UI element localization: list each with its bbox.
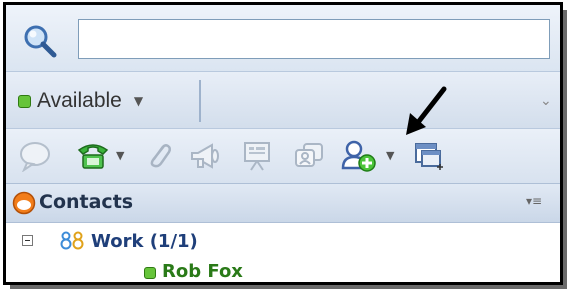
attach-file-button[interactable] bbox=[140, 137, 178, 175]
collapse-icon[interactable] bbox=[22, 235, 33, 246]
status-divider bbox=[199, 80, 201, 122]
megaphone-icon bbox=[191, 143, 219, 169]
meeting-button[interactable] bbox=[238, 137, 276, 175]
action-toolbar: ▼ ▼ bbox=[6, 129, 560, 183]
search-bar bbox=[6, 5, 560, 71]
contact-list: Work (1/1) Rob Fox bbox=[6, 223, 560, 282]
paperclip-icon bbox=[150, 144, 172, 168]
presentation-icon bbox=[244, 142, 270, 171]
contacts-header[interactable]: Contacts ▾≡ bbox=[6, 183, 560, 223]
chevron-double-down-icon[interactable]: ⌄ bbox=[540, 93, 552, 109]
contacts-title: Contacts bbox=[39, 191, 134, 213]
add-contact-dropdown-chevron-icon[interactable]: ▼ bbox=[386, 149, 394, 162]
window-shadow-right bbox=[563, 10, 567, 289]
contacts-panel: Available ▼ ⌄ ▼ ▼ Contacts ▾≡ Work (1/1)… bbox=[3, 2, 563, 285]
group-chat-button[interactable] bbox=[290, 137, 328, 175]
add-contact-button[interactable] bbox=[340, 137, 378, 175]
contact-name[interactable]: Rob Fox bbox=[162, 261, 243, 282]
available-status-icon bbox=[18, 94, 31, 108]
group-chat-icon bbox=[295, 143, 323, 167]
phone-icon bbox=[77, 144, 109, 169]
group-icon bbox=[60, 231, 84, 250]
status-dropdown[interactable]: Available ▼ bbox=[18, 86, 143, 116]
arrow-pointer-icon bbox=[406, 86, 447, 135]
status-bar: Available ▼ ⌄ bbox=[6, 71, 560, 129]
contacts-bubble-icon bbox=[12, 191, 36, 215]
status-label: Available bbox=[37, 89, 122, 112]
announcement-button[interactable] bbox=[186, 137, 224, 175]
chat-button[interactable] bbox=[16, 137, 54, 175]
new-window-button[interactable] bbox=[410, 137, 448, 175]
search-input[interactable] bbox=[78, 19, 550, 59]
phone-button[interactable] bbox=[74, 137, 112, 175]
phone-dropdown-chevron-icon[interactable]: ▼ bbox=[116, 149, 124, 162]
add-contact-icon bbox=[341, 140, 376, 172]
search-icon[interactable] bbox=[22, 23, 58, 59]
available-status-icon bbox=[144, 267, 156, 279]
chevron-down-icon: ▼ bbox=[133, 94, 144, 108]
chat-bubble-icon bbox=[20, 142, 50, 172]
list-menu-icon[interactable]: ▾≡ bbox=[526, 194, 542, 208]
add-window-icon bbox=[415, 143, 443, 170]
group-label[interactable]: Work (1/1) bbox=[91, 231, 198, 252]
